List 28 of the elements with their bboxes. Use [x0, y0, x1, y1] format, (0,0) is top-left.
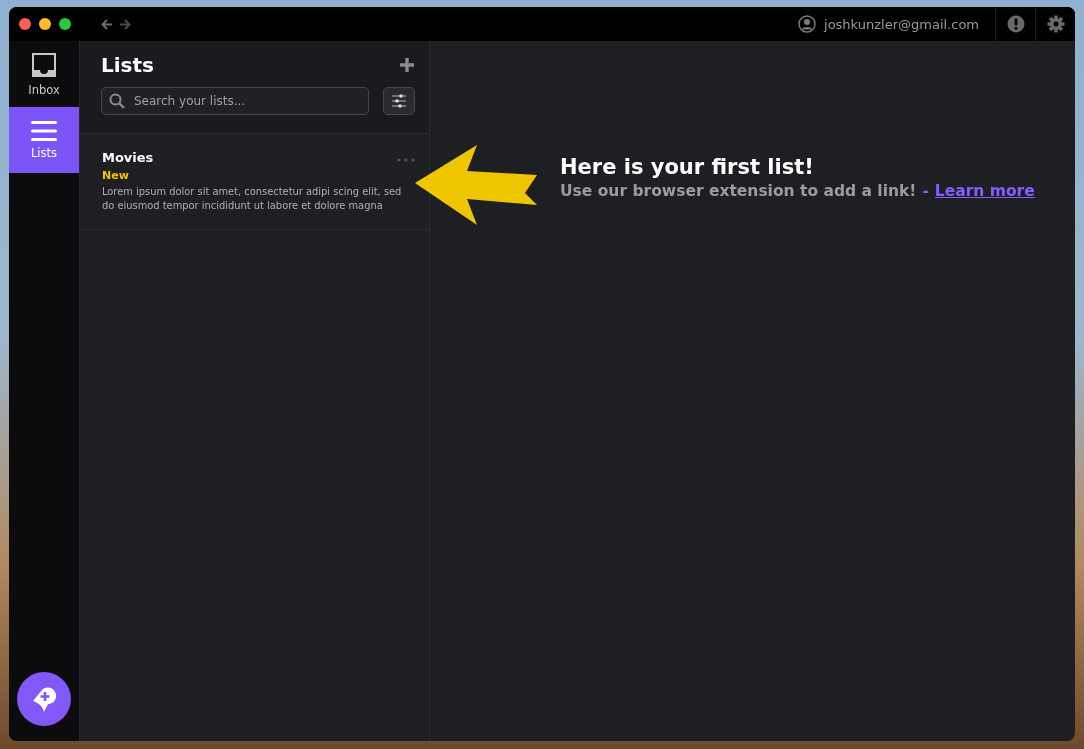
- list-description: Lorem ipsum dolor sit amet, consectetur adipi scing elit, sed do eiusmod tempor incididunt ut labore et dolore magna: [102, 185, 403, 213]
- exclamation-icon: [1006, 15, 1025, 33]
- new-label: New: [102, 169, 130, 182]
- maximize-window-icon[interactable]: [59, 18, 71, 30]
- hint-title: Here is your first list!: [560, 155, 815, 179]
- learn-more-link[interactable]: Learn more: [934, 182, 1035, 200]
- search-field[interactable]: Search your lists...: [101, 87, 369, 115]
- dash-separator: -: [922, 182, 929, 200]
- sidebar-nav-item[interactable]: Inbox: [9, 41, 79, 107]
- add-link-button[interactable]: [17, 672, 71, 726]
- add-list-button[interactable]: [399, 57, 415, 73]
- filter-button[interactable]: [383, 87, 415, 115]
- settings-icon: [1046, 15, 1065, 33]
- settings-button[interactable]: [1035, 7, 1075, 41]
- menu-icon: [31, 120, 57, 141]
- close-window-icon[interactable]: [19, 18, 31, 30]
- minimize-window-icon[interactable]: [39, 18, 51, 30]
- hint-text: Use our browser extension to add a link!: [560, 182, 917, 200]
- sidebar-nav-item[interactable]: Lists: [9, 107, 79, 173]
- user-avatar-icon: [798, 15, 817, 33]
- back-arrow-icon[interactable]: [101, 18, 113, 30]
- more-dots-icon: [397, 158, 415, 162]
- panel-title: Lists: [101, 53, 154, 77]
- sliders-icon: [391, 94, 407, 108]
- inbox-tray-icon: [31, 51, 57, 78]
- account-email: joshkunzler@gmail.com: [824, 16, 979, 32]
- plus-icon: [399, 57, 415, 73]
- list-name: Movies: [102, 150, 154, 165]
